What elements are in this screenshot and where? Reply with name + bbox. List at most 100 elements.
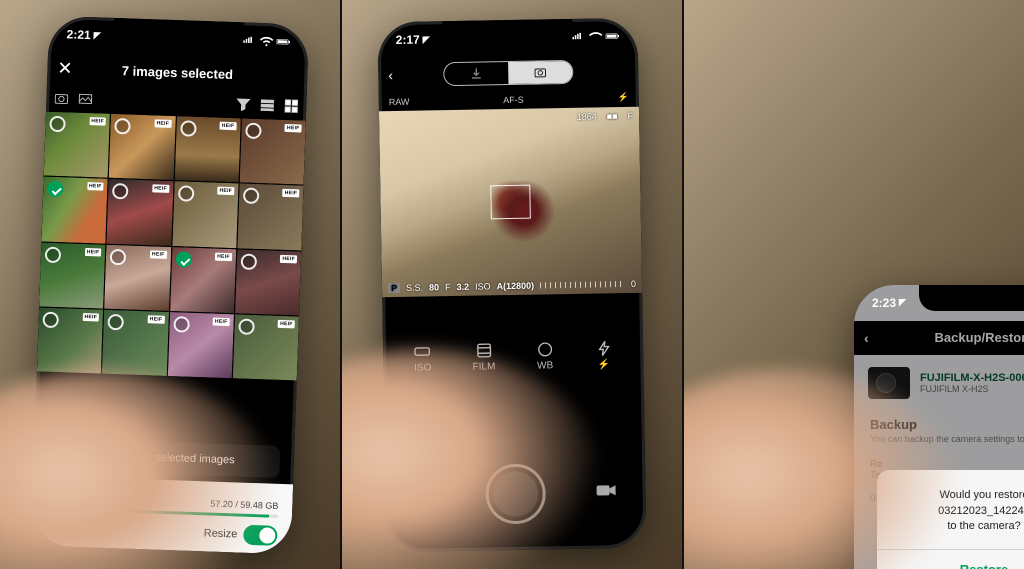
- heif-badge: HEIF: [152, 184, 169, 193]
- heif-badge: HEIF: [89, 117, 106, 126]
- thumbnail[interactable]: HEIF: [237, 183, 303, 249]
- landscape-icon[interactable]: [78, 91, 92, 105]
- select-circle[interactable]: [114, 117, 131, 134]
- restore-button[interactable]: Restore: [877, 549, 1024, 569]
- notch: [113, 17, 244, 48]
- close-icon[interactable]: ✕: [57, 57, 76, 79]
- wb-button[interactable]: WB: [536, 339, 555, 370]
- heif-badge: HEIF: [213, 317, 230, 326]
- heif-badge: HEIF: [154, 119, 171, 128]
- status-indicators: [242, 35, 290, 47]
- camera-icon[interactable]: [54, 90, 68, 104]
- modal-overlay: Would you restore 03212023_142245 to the…: [854, 285, 1024, 569]
- restore-dialog: Would you restore 03212023_142245 to the…: [877, 470, 1024, 569]
- heif-badge: HEIF: [285, 123, 302, 132]
- live-view[interactable]: 1864 ■■ F P S.S. 80 F 3.2 ISO A(12800) 0: [379, 106, 642, 296]
- heif-badge: HEIF: [280, 254, 297, 263]
- view-grid-icon[interactable]: [284, 98, 298, 112]
- back-icon[interactable]: ‹: [388, 66, 406, 82]
- select-circle[interactable]: [173, 315, 190, 332]
- heif-badge: HEIF: [150, 249, 167, 258]
- thumbnail[interactable]: HEIF: [233, 314, 299, 380]
- select-circle[interactable]: [175, 250, 192, 267]
- aperture-label: F: [445, 281, 451, 291]
- backup-screen: ‹ Backup/Restore FUJIFILM-X-H2S-0068 FUJ…: [854, 285, 1024, 569]
- thumbnail[interactable]: HEIF: [174, 116, 240, 182]
- thumbnail[interactable]: HEIF: [107, 179, 173, 245]
- select-circle[interactable]: [243, 187, 260, 204]
- flash-indicator-icon: ⚡: [617, 91, 628, 102]
- thumbnail[interactable]: HEIF: [37, 307, 103, 373]
- location-icon: ◤: [423, 33, 430, 44]
- location-icon: ◤: [899, 297, 906, 308]
- shutter-button[interactable]: [485, 463, 546, 524]
- thumbnail[interactable]: HEIF: [239, 118, 305, 184]
- selection-count: 7 images selected: [85, 61, 269, 82]
- gallery-footer: 57.20 / 59.48 GB Resize: [31, 492, 292, 546]
- gallery-screen: ✕ 7 images selected: [31, 15, 309, 554]
- select-circle[interactable]: [245, 122, 262, 139]
- remote-screen: ‹ RAW AF-S ⚡ 1864 ■■ F: [377, 17, 646, 551]
- tab-camera[interactable]: [508, 60, 572, 83]
- aperture: 3.2: [456, 281, 469, 291]
- status-time: 2:17: [396, 32, 420, 46]
- thumbnail-grid: HEIF HEIF HEIF HEIF HEIF HEIF HEIF HEIF …: [37, 111, 306, 380]
- thumbnail[interactable]: HEIF: [172, 181, 238, 247]
- focus-frame-icon: [490, 184, 531, 219]
- flash-button[interactable]: ⚡: [595, 338, 614, 369]
- thumbnail[interactable]: HEIF: [235, 248, 301, 314]
- status-indicators: [572, 31, 620, 42]
- thumbnail[interactable]: HEIF: [102, 309, 168, 375]
- phone-frame: 2:23 ◤ ‹ Backup/Restore FUJIFILM-X-H2S-0…: [854, 285, 1024, 569]
- heif-badge: HEIF: [82, 312, 99, 321]
- exposure-mode: P: [388, 282, 400, 292]
- heif-badge: HEIF: [148, 314, 165, 323]
- view-list-icon[interactable]: [260, 98, 274, 112]
- thumbnail[interactable]: HEIF: [104, 244, 170, 310]
- filter-icon[interactable]: [236, 97, 250, 111]
- notch: [919, 285, 1024, 311]
- thumbnail[interactable]: HEIF: [109, 113, 175, 179]
- raw-indicator: RAW: [389, 96, 410, 106]
- ev-value: 0: [631, 278, 636, 288]
- heif-badge: HEIF: [278, 319, 295, 328]
- resize-label: Resize: [204, 527, 238, 540]
- heif-badge: HEIF: [217, 186, 234, 195]
- iso-value: A(12800): [497, 280, 535, 291]
- select-circle[interactable]: [177, 185, 194, 202]
- shutter-speed: 80: [429, 281, 439, 291]
- mode-pill[interactable]: [443, 59, 573, 85]
- heif-badge: HEIF: [283, 189, 300, 198]
- resize-toggle[interactable]: [243, 524, 278, 545]
- select-circle[interactable]: [42, 311, 59, 328]
- thumbnail[interactable]: HEIF: [41, 176, 107, 242]
- thumbnail[interactable]: HEIF: [170, 246, 236, 312]
- select-circle[interactable]: [240, 252, 257, 269]
- shots-remaining: 1864: [577, 111, 597, 121]
- select-circle[interactable]: [238, 318, 255, 335]
- heif-badge: HEIF: [85, 247, 102, 256]
- thumbnail[interactable]: HEIF: [44, 111, 110, 177]
- select-circle[interactable]: [180, 120, 197, 137]
- video-mode-icon[interactable]: [595, 481, 617, 504]
- control-row: ISO FILM WB ⚡: [383, 338, 644, 374]
- transfer-toast[interactable]: Transfer the selected images: [47, 437, 280, 477]
- heif-badge: HEIF: [215, 252, 232, 261]
- phone-frame: 2:21 ◤ ✕ 7 images selected: [31, 15, 309, 554]
- select-circle[interactable]: [47, 180, 64, 197]
- location-icon: ◤: [94, 29, 101, 40]
- thumbnail[interactable]: HEIF: [39, 241, 105, 307]
- iso-label: ISO: [475, 281, 491, 291]
- ss-label: S.S.: [406, 282, 423, 292]
- select-circle[interactable]: [49, 115, 66, 132]
- notch: [442, 18, 572, 46]
- status-time: 2:21: [66, 27, 91, 42]
- thumbnail[interactable]: HEIF: [167, 311, 233, 377]
- phone-frame: 2:17 ◤ ‹ RAW AF-S ⚡: [377, 17, 646, 551]
- heif-badge: HEIF: [220, 121, 237, 130]
- card-icon: ■■: [607, 111, 618, 121]
- af-mode: AF-S: [503, 94, 524, 104]
- iso-button[interactable]: ISO: [413, 342, 432, 373]
- film-sim-button[interactable]: FILM: [472, 341, 495, 372]
- tab-download[interactable]: [444, 62, 508, 85]
